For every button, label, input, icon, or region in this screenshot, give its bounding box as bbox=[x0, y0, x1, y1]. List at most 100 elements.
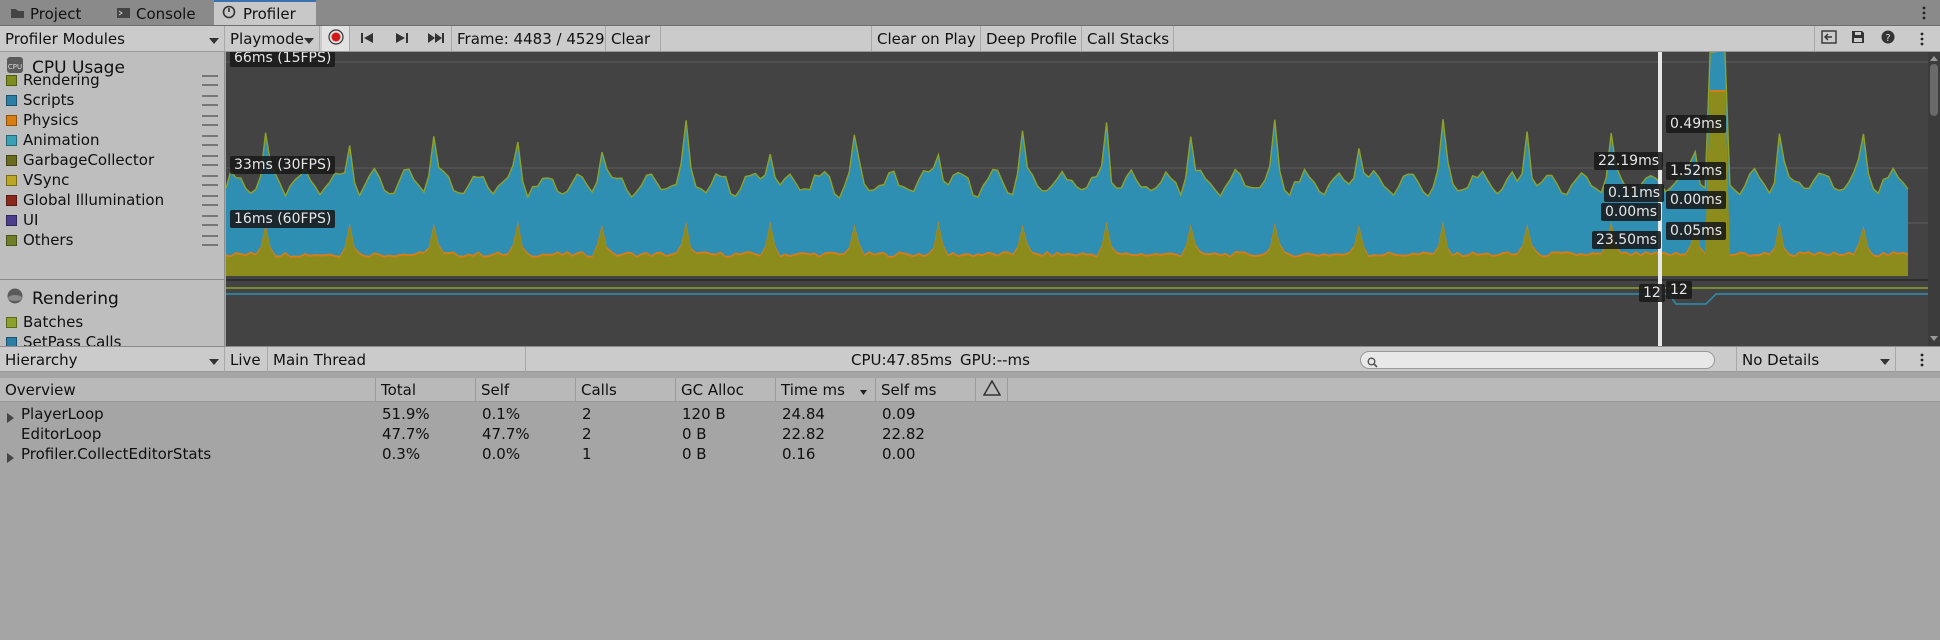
chevron-down-icon bbox=[209, 30, 219, 48]
help-button[interactable]: ? bbox=[1874, 26, 1902, 51]
cpu-usage-chart[interactable]: 66ms (15FPS) 33ms (30FPS) 16ms (60FPS) 2… bbox=[226, 52, 1928, 346]
legend-label: Others bbox=[23, 231, 74, 249]
legend-label: SetPass Calls bbox=[23, 333, 122, 346]
dropdown-label: Profiler Modules bbox=[5, 29, 125, 48]
drag-handle-icon[interactable] bbox=[202, 74, 218, 86]
drag-handle-icon[interactable] bbox=[202, 134, 218, 146]
row-gc: 120 B bbox=[682, 405, 726, 423]
drag-handle-icon[interactable] bbox=[202, 214, 218, 226]
first-frame-button[interactable] bbox=[352, 26, 384, 51]
column-header-self[interactable]: Self bbox=[476, 378, 576, 402]
row-self: 47.7% bbox=[482, 425, 530, 443]
selected-value-label: 0.11ms bbox=[1604, 184, 1665, 202]
drag-handle-icon[interactable] bbox=[202, 94, 218, 106]
legend-item-ui[interactable]: UI bbox=[6, 211, 218, 229]
drag-handle-icon[interactable] bbox=[202, 234, 218, 246]
legend-item-scripts[interactable]: Scripts bbox=[6, 91, 218, 109]
column-header-overview[interactable]: Overview bbox=[0, 378, 376, 402]
hierarchy-table-header: Overview Total Self Calls GC Alloc Time … bbox=[0, 378, 1940, 402]
column-header-warnings[interactable] bbox=[976, 378, 1008, 402]
record-icon bbox=[327, 28, 344, 49]
expand-arrow-icon[interactable] bbox=[7, 449, 14, 467]
dropdown-label: Playmode bbox=[230, 29, 304, 48]
drag-handle-icon[interactable] bbox=[202, 154, 218, 166]
hierarchy-menu-icon[interactable] bbox=[1912, 347, 1932, 372]
deep-profile-button[interactable]: Deep Profile bbox=[981, 26, 1082, 51]
dropdown-label: No Details bbox=[1742, 350, 1820, 369]
clear-button[interactable]: Clear bbox=[606, 26, 661, 51]
table-row[interactable]: EditorLoop 47.7% 47.7% 2 0 B 22.82 22.82 bbox=[0, 424, 1940, 444]
chevron-down-icon bbox=[209, 351, 219, 369]
next-frame-button[interactable] bbox=[386, 26, 418, 51]
record-button[interactable] bbox=[322, 26, 350, 51]
legend-item-setpass-calls[interactable]: SetPass Calls bbox=[6, 333, 218, 346]
grid-label-33ms: 33ms (30FPS) bbox=[230, 156, 336, 174]
live-toggle[interactable]: Live bbox=[225, 347, 268, 372]
thread-dropdown[interactable]: Main Thread bbox=[268, 347, 526, 372]
current-frame-button[interactable] bbox=[420, 26, 452, 51]
legend-item-rendering[interactable]: Rendering bbox=[6, 71, 218, 89]
column-header-gc-alloc[interactable]: GC Alloc bbox=[676, 378, 776, 402]
rendering-module-header[interactable]: Rendering bbox=[6, 287, 119, 310]
legend-label: Scripts bbox=[23, 91, 75, 109]
table-row[interactable]: PlayerLoop 51.9% 0.1% 2 120 B 24.84 0.09 bbox=[0, 404, 1940, 424]
load-button[interactable] bbox=[1814, 26, 1842, 51]
legend-swatch bbox=[6, 154, 17, 166]
target-dropdown[interactable]: Playmode bbox=[225, 26, 320, 51]
row-total: 51.9% bbox=[382, 405, 430, 423]
legend-swatch bbox=[6, 234, 17, 246]
column-header-calls[interactable]: Calls bbox=[576, 378, 676, 402]
column-header-self-ms[interactable]: Self ms bbox=[876, 378, 976, 402]
legend-item-batches[interactable]: Batches bbox=[6, 313, 218, 331]
column-header-total[interactable]: Total bbox=[376, 378, 476, 402]
legend-swatch bbox=[6, 214, 17, 226]
drag-handle-icon[interactable] bbox=[202, 114, 218, 126]
selected-value-label: 0.05ms bbox=[1666, 222, 1727, 240]
row-selfms: 22.82 bbox=[882, 425, 925, 443]
tab-label: Console bbox=[136, 5, 196, 23]
svg-text:CPU: CPU bbox=[8, 63, 22, 71]
search-icon bbox=[1367, 354, 1378, 372]
drag-handle-icon[interactable] bbox=[202, 174, 218, 186]
scroll-up-icon[interactable] bbox=[1930, 56, 1938, 61]
row-calls: 1 bbox=[582, 445, 592, 463]
legend-item-physics[interactable]: Physics bbox=[6, 111, 218, 129]
chart-scrollbar[interactable] bbox=[1928, 52, 1940, 346]
profiler-modules-dropdown[interactable]: Profiler Modules bbox=[0, 26, 225, 51]
legend-swatch bbox=[6, 134, 17, 146]
hierarchy-toolbar: Hierarchy Live Main Thread CPU:47.85ms G… bbox=[0, 346, 1940, 372]
column-header-time-ms[interactable]: Time ms bbox=[776, 378, 876, 402]
row-selfms: 0.09 bbox=[882, 405, 916, 423]
legend-swatch bbox=[6, 194, 17, 206]
legend-item-garbagecollector[interactable]: GarbageCollector bbox=[6, 151, 218, 169]
call-stacks-button[interactable]: Call Stacks bbox=[1082, 26, 1174, 51]
legend-item-animation[interactable]: Animation bbox=[6, 131, 218, 149]
table-row[interactable]: Profiler.CollectEditorStats 0.3% 0.0% 1 0 B 0… bbox=[0, 444, 1940, 464]
drag-handle-icon[interactable] bbox=[202, 194, 218, 206]
view-mode-dropdown[interactable]: Hierarchy bbox=[0, 347, 225, 372]
fast-forward-icon bbox=[427, 30, 445, 48]
row-gc: 0 B bbox=[682, 425, 707, 443]
more-options-icon[interactable] bbox=[1914, 4, 1934, 22]
row-name: EditorLoop bbox=[21, 425, 102, 443]
tab-profiler[interactable]: Profiler bbox=[214, 0, 316, 25]
warning-icon bbox=[982, 379, 1001, 400]
chevron-down-icon bbox=[304, 30, 314, 48]
legend-item-global-illumination[interactable]: Global Illumination bbox=[6, 191, 218, 209]
legend-item-others[interactable]: Others bbox=[6, 231, 218, 249]
search-input[interactable] bbox=[1360, 351, 1715, 369]
row-calls: 2 bbox=[582, 425, 592, 443]
svg-text:?: ? bbox=[1885, 33, 1890, 44]
toolbar-menu-icon[interactable] bbox=[1912, 26, 1932, 51]
scrollbar-thumb[interactable] bbox=[1930, 64, 1938, 116]
tab-console[interactable]: Console bbox=[108, 2, 204, 26]
clear-on-play-button[interactable]: Clear on Play bbox=[871, 26, 981, 51]
legend-swatch bbox=[6, 74, 17, 86]
scroll-down-icon[interactable] bbox=[1930, 336, 1938, 341]
tab-project[interactable]: Project bbox=[2, 2, 89, 26]
save-button[interactable] bbox=[1844, 26, 1872, 51]
folder-icon bbox=[10, 5, 25, 23]
grid-label-66ms: 66ms (15FPS) bbox=[230, 52, 336, 67]
legend-item-vsync[interactable]: VSync bbox=[6, 171, 218, 189]
details-dropdown[interactable]: No Details bbox=[1736, 347, 1896, 372]
